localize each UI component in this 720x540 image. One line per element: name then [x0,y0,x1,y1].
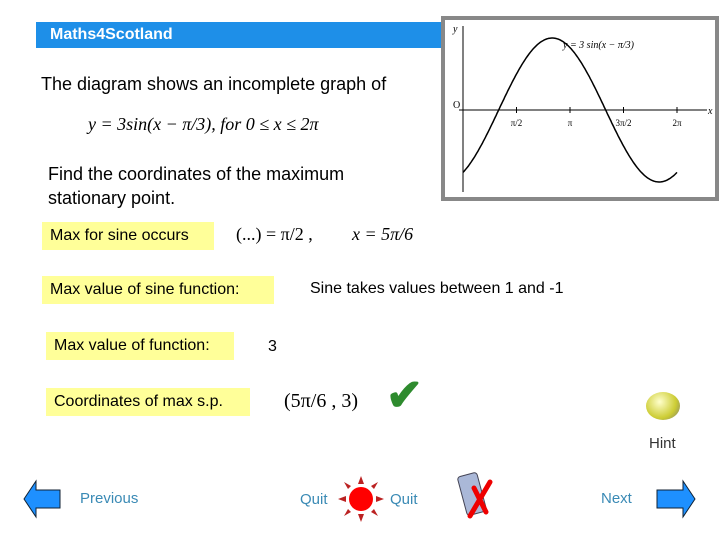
x-axis-label: x [707,106,713,117]
step-label-max-sine: Max for sine occurs [42,222,214,250]
x-tick-label: 3π/2 [615,118,631,128]
graph-equation: y = 3 sin(x − π/3) [562,40,635,51]
sine-graph: y x O y = 3 sin(x − π/3) π/2 π 3π/2 2π [452,24,713,192]
step-label-max-function: Max value of function: [46,332,234,360]
check-icon: ✔ [386,371,423,420]
quit-sun-icon[interactable] [338,476,384,522]
hint-button[interactable]: Hint [649,435,676,452]
quit-button-left[interactable]: Quit [300,491,328,508]
next-arrow-icon[interactable] [655,479,697,519]
title-bar: Maths4Scotland [36,22,446,48]
x-tick-label: π [568,118,573,128]
origin-label: O [453,100,460,111]
step-label-coordinates: Coordinates of max s.p. [46,388,250,416]
previous-arrow-icon[interactable] [22,479,62,519]
previous-button[interactable]: Previous [80,490,138,507]
function-equation: y = 3sin(x − π/3), for 0 ≤ x ≤ 2π [88,114,319,134]
step-answer-x: x = 5π/6 [352,224,414,244]
y-axis-label: y [452,24,458,35]
hint-bulb-icon[interactable] [646,392,680,420]
x-tick-label: 2π [672,118,682,128]
calculator-crossed-icon [457,472,493,519]
question-task: Find the coordinates of the maximum stat… [48,164,345,208]
step-answer-max-function: 3 [268,338,277,355]
x-tick-label: π/2 [511,118,523,128]
step-answer-sine-range: Sine takes values between 1 and -1 [310,280,564,297]
graph-figure: y x O y = 3 sin(x − π/3) π/2 π 3π/2 2π [441,16,719,201]
quit-button-right[interactable]: Quit [390,491,418,508]
question-intro: The diagram shows an incomplete graph of [41,74,387,94]
next-button[interactable]: Next [601,490,632,507]
step-answer-coordinates: (5π/6 , 3) [284,390,358,412]
step-answer-max-sine: (...) = π/2 , [236,224,313,244]
step-label-max-sine-value: Max value of sine function: [42,276,274,304]
